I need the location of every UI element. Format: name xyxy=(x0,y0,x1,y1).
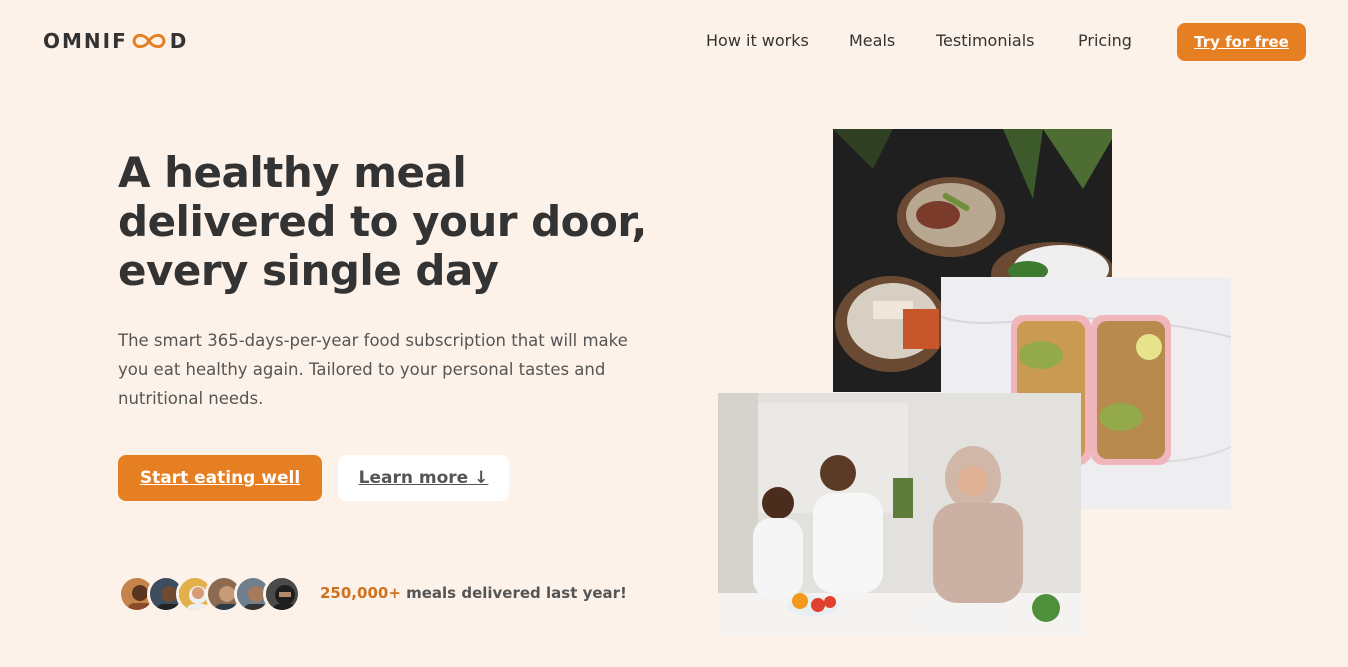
infinity-icon xyxy=(132,33,166,49)
meals-delivered-count: 250,000+ xyxy=(320,584,401,602)
nav-meals[interactable]: Meals xyxy=(849,31,895,51)
meals-delivered-text: 250,000+ meals delivered last year! xyxy=(320,584,627,602)
customer-avatars xyxy=(118,572,308,616)
learn-more-button[interactable]: Learn more ↓ xyxy=(338,455,509,501)
try-for-free-button[interactable]: Try for free xyxy=(1177,23,1306,61)
nav-testimonials[interactable]: Testimonials xyxy=(936,31,1035,51)
site-header: OMNIF D How it works Meals Testimonials … xyxy=(0,0,1348,84)
hero-description: The smart 365-days-per-year food subscri… xyxy=(118,331,628,408)
meals-delivered: 250,000+ meals delivered last year! xyxy=(118,572,627,616)
nav-how-it-works[interactable]: How it works xyxy=(706,31,809,51)
start-eating-well-button[interactable]: Start eating well xyxy=(118,455,322,501)
hero-image-family-kitchen xyxy=(718,393,1081,635)
logo-text-right: D xyxy=(169,29,189,53)
logo-text-left: OMNIF xyxy=(43,29,128,53)
omnifood-logo[interactable]: OMNIF D xyxy=(43,29,188,53)
avatar xyxy=(263,575,301,613)
nav-pricing[interactable]: Pricing xyxy=(1078,31,1132,51)
hero-title: A healthy meal delivered to your door, e… xyxy=(118,148,647,295)
meals-delivered-label: meals delivered last year! xyxy=(400,584,627,602)
